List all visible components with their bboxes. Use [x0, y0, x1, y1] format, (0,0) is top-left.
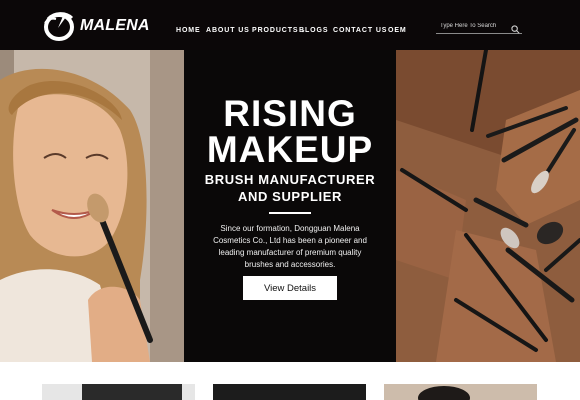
brushes-photo [396, 50, 580, 362]
hero-banner: RISING MAKEUP BRUSH MANUFACTURER AND SUP… [0, 50, 580, 362]
hero-title-line-1: RISING [223, 93, 357, 134]
search-bar [436, 18, 522, 34]
search-input[interactable] [440, 20, 508, 32]
nav-home[interactable]: HOME [176, 27, 201, 34]
brand-logo[interactable]: MALENA [42, 10, 150, 42]
feature-card-1[interactable] [42, 384, 195, 400]
nav-contact-us[interactable]: CONTACT US [333, 27, 387, 34]
logo-mark-icon [44, 12, 74, 41]
search-icon[interactable] [511, 21, 520, 39]
nav-oem[interactable]: OEM [388, 27, 407, 34]
hero-title-line-2: MAKEUP [206, 129, 374, 170]
feature-card-2[interactable] [213, 384, 366, 400]
feature-card-3[interactable] [384, 384, 537, 400]
site-header: MALENA HOME ABOUT US PRODUCTS ⌄ BLOGS CON… [0, 0, 580, 50]
view-details-button[interactable]: View Details [243, 276, 337, 300]
hero-subtitle-line-2: AND SUPPLIER [238, 189, 342, 204]
nav-products-label: PRODUCTS [252, 27, 299, 34]
hero-text-panel: RISING MAKEUP BRUSH MANUFACTURER AND SUP… [184, 50, 396, 362]
nav-about-us[interactable]: ABOUT US [206, 27, 250, 34]
brand-name: MALENA [80, 17, 150, 34]
main-nav: HOME ABOUT US PRODUCTS ⌄ BLOGS CONTACT US… [176, 27, 436, 37]
hero-description: Since our formation, Dongguan Malena Cos… [213, 224, 367, 269]
model-photo [0, 50, 184, 362]
featured-section [0, 362, 580, 400]
nav-blogs[interactable]: BLOGS [299, 27, 328, 34]
hero-subtitle-line-1: BRUSH MANUFACTURER [204, 172, 376, 187]
hero-divider [269, 212, 311, 214]
